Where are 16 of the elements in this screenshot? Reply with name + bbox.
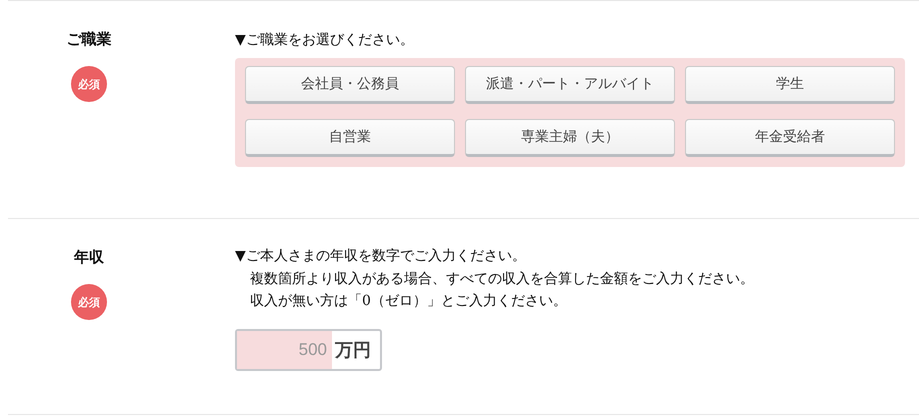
required-badge: 必須 [71, 284, 107, 320]
field-label: ご職業 [66, 29, 112, 49]
field-label: 年収 [74, 247, 104, 267]
option-button[interactable]: 学生 [685, 66, 895, 104]
instruction-text: 複数箇所より収入がある場合、すべての収入を合算した金額をご入力ください。 [249, 270, 755, 288]
option-button[interactable]: 会社員・公務員 [245, 66, 455, 104]
instruction-text: ▼ご本人さまの年収を数字でご入力ください。 [235, 247, 527, 266]
instruction-text: ▼ご職業をお選びください。 [235, 31, 415, 50]
option-button[interactable]: 派遣・パート・アルバイト [465, 66, 675, 104]
instruction-text: 収入が無い方は「0（ゼロ）」とご入力ください。 [249, 292, 568, 311]
option-button[interactable]: 年金受給者 [685, 118, 895, 156]
option-button[interactable]: 自営業 [245, 118, 455, 156]
required-badge: 必須 [71, 66, 107, 102]
income-field[interactable]: 500 万円 [235, 328, 382, 370]
option-button[interactable]: 専業主婦（夫） [465, 118, 675, 156]
unit-label: 万円 [334, 338, 371, 362]
